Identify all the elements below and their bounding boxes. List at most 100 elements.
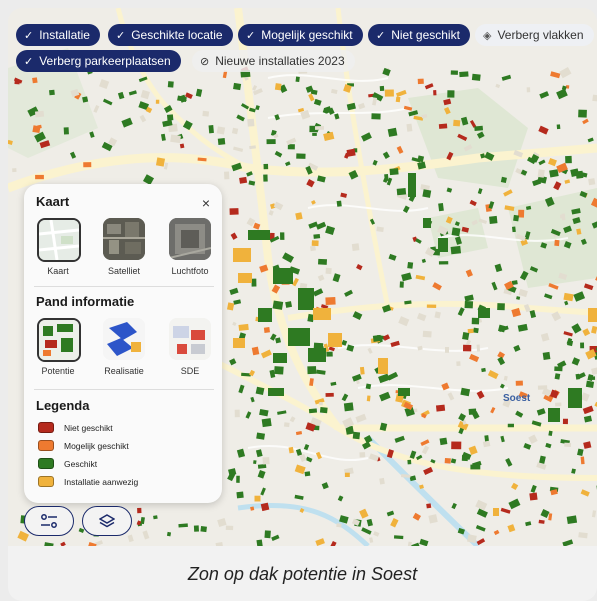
building-footprint[interactable]: [500, 176, 507, 184]
building-footprint[interactable]: [359, 366, 365, 375]
building-footprint[interactable]: [170, 134, 181, 144]
building-footprint[interactable]: [426, 304, 437, 308]
building-footprint[interactable]: [588, 308, 597, 322]
building-footprint[interactable]: [376, 226, 384, 233]
building-footprint[interactable]: [384, 89, 394, 97]
building-footprint[interactable]: [456, 361, 461, 366]
building-footprint[interactable]: [256, 539, 263, 546]
building-footprint[interactable]: [225, 525, 234, 531]
building-footprint[interactable]: [417, 78, 424, 85]
building-footprint[interactable]: [179, 143, 185, 149]
building-footprint[interactable]: [359, 452, 366, 458]
building-footprint[interactable]: [567, 340, 574, 347]
building-footprint[interactable]: [223, 171, 230, 180]
building-footprint[interactable]: [371, 113, 381, 120]
building-footprint[interactable]: [208, 125, 214, 134]
building-footprint[interactable]: [438, 261, 449, 265]
building-footprint[interactable]: [478, 308, 490, 318]
building-footprint[interactable]: [406, 123, 413, 132]
building-footprint[interactable]: [343, 402, 354, 412]
building-footprint[interactable]: [565, 155, 572, 164]
pand-realisatie-thumb[interactable]: [103, 318, 145, 360]
building-footprint[interactable]: [554, 239, 560, 247]
filter-chip-installatie[interactable]: ✓ Installatie: [16, 24, 100, 46]
building-footprint[interactable]: [537, 169, 545, 178]
building-footprint[interactable]: [285, 301, 293, 308]
building-footprint[interactable]: [319, 407, 328, 414]
building-footprint[interactable]: [263, 174, 268, 182]
building-footprint[interactable]: [453, 119, 461, 127]
building-footprint[interactable]: [476, 344, 481, 352]
building-footprint[interactable]: [451, 227, 461, 237]
building-footprint[interactable]: [12, 168, 17, 173]
building-footprint[interactable]: [395, 96, 401, 103]
building-footprint[interactable]: [493, 508, 499, 516]
building-footprint[interactable]: [464, 300, 474, 309]
building-footprint[interactable]: [513, 214, 520, 222]
building-footprint[interactable]: [283, 422, 290, 428]
building-footprint[interactable]: [336, 200, 342, 207]
building-footprint[interactable]: [467, 328, 474, 334]
building-footprint[interactable]: [233, 82, 242, 91]
pand-sde-thumb[interactable]: [169, 318, 211, 360]
building-footprint[interactable]: [351, 243, 360, 251]
building-footprint[interactable]: [462, 344, 472, 352]
building-footprint[interactable]: [325, 267, 332, 275]
building-footprint[interactable]: [336, 523, 342, 528]
building-footprint[interactable]: [325, 296, 336, 305]
building-footprint[interactable]: [562, 418, 569, 425]
building-footprint[interactable]: [344, 472, 350, 477]
building-footprint[interactable]: [288, 328, 310, 346]
building-footprint[interactable]: [233, 338, 245, 348]
building-footprint[interactable]: [264, 530, 271, 539]
building-footprint[interactable]: [266, 139, 276, 145]
building-footprint[interactable]: [585, 380, 595, 388]
building-footprint[interactable]: [262, 457, 270, 465]
building-footprint[interactable]: [274, 366, 284, 375]
building-footprint[interactable]: [396, 188, 407, 196]
building-footprint[interactable]: [216, 126, 226, 135]
building-footprint[interactable]: [254, 495, 261, 502]
building-footprint[interactable]: [428, 514, 438, 524]
building-footprint[interactable]: [398, 388, 410, 396]
building-footprint[interactable]: [251, 278, 257, 287]
building-footprint[interactable]: [34, 110, 45, 118]
building-footprint[interactable]: [178, 523, 188, 528]
building-footprint[interactable]: [497, 303, 505, 311]
building-footprint[interactable]: [580, 456, 585, 465]
building-footprint[interactable]: [296, 153, 306, 159]
building-footprint[interactable]: [433, 90, 437, 96]
layers-button[interactable]: [82, 506, 132, 536]
building-footprint[interactable]: [450, 245, 462, 255]
building-footprint[interactable]: [365, 383, 372, 390]
building-footprint[interactable]: [268, 388, 284, 396]
building-footprint[interactable]: [153, 515, 158, 520]
building-footprint[interactable]: [561, 213, 566, 221]
close-icon[interactable]: ×: [202, 195, 210, 211]
building-footprint[interactable]: [592, 94, 597, 102]
building-footprint[interactable]: [313, 233, 321, 239]
map-type-luchtfoto-thumb[interactable]: [169, 218, 211, 260]
building-footprint[interactable]: [313, 308, 331, 320]
building-footprint[interactable]: [549, 169, 559, 178]
building-footprint[interactable]: [258, 308, 272, 322]
building-footprint[interactable]: [49, 89, 55, 96]
building-footprint[interactable]: [578, 532, 588, 539]
building-footprint[interactable]: [393, 535, 404, 540]
building-footprint[interactable]: [438, 238, 448, 252]
building-footprint[interactable]: [399, 281, 404, 288]
building-footprint[interactable]: [274, 83, 282, 91]
filter-chip-verberg-parkeerplaatsen[interactable]: ✓ Verberg parkeerplaatsen: [16, 50, 181, 72]
building-footprint[interactable]: [451, 441, 462, 450]
building-footprint[interactable]: [588, 178, 596, 186]
building-footprint[interactable]: [542, 351, 551, 360]
building-footprint[interactable]: [378, 358, 388, 374]
building-footprint[interactable]: [256, 432, 266, 440]
map-type-satelliet-thumb[interactable]: [103, 218, 145, 260]
building-footprint[interactable]: [308, 348, 326, 362]
building-footprint[interactable]: [241, 372, 251, 377]
building-footprint[interactable]: [236, 491, 244, 499]
building-footprint[interactable]: [481, 367, 486, 373]
building-footprint[interactable]: [63, 127, 69, 135]
building-footprint[interactable]: [515, 380, 523, 386]
